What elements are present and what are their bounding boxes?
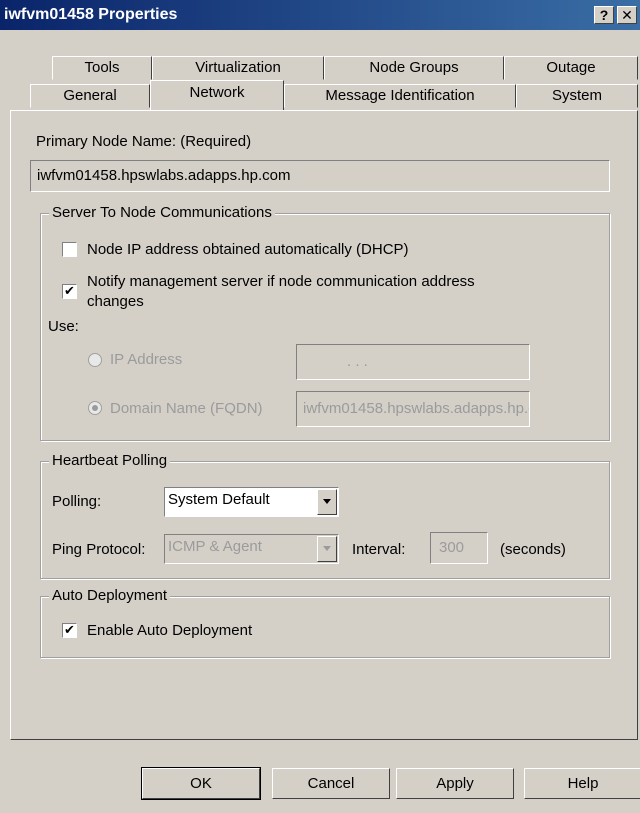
interval-input[interactable]: 300 [430,532,488,564]
enable-auto-deploy-label: Enable Auto Deployment [87,622,253,639]
title-bar[interactable]: iwfvm01458 Properties ? ✕ [0,0,640,30]
primary-node-label: Primary Node Name: (Required) [36,133,252,150]
fqdn-label: Domain Name (FQDN) [110,400,263,417]
auto-deploy-legend: Auto Deployment [49,587,171,604]
notify-checkbox[interactable]: ✔ [62,284,77,299]
notify-label-line2: changes [87,293,144,310]
tab-virtualization[interactable]: Virtualization [152,56,324,80]
ip-address-input[interactable]: . . . [296,344,530,380]
radio-selected-dot [92,405,98,411]
server-comm-legend: Server To Node Communications [49,204,275,221]
fqdn-input[interactable]: iwfvm01458.hpswlabs.adapps.hp.com [296,391,530,427]
polling-label: Polling: [52,493,102,510]
ip-address-label: IP Address [110,351,183,368]
tab-network[interactable]: Network [150,80,284,110]
dhcp-checkbox[interactable] [62,242,77,257]
ok-button[interactable]: OK [141,767,261,800]
fqdn-radio[interactable] [88,401,102,415]
ping-protocol-label: Ping Protocol: [52,541,146,558]
dhcp-label: Node IP address obtained automatically (… [87,241,409,258]
polling-select[interactable]: System Default [164,487,339,517]
tab-row-front: General Network Message Identification S… [0,80,640,110]
tab-outage[interactable]: Outage [504,56,638,80]
ping-protocol-value: ICMP & Agent [168,538,262,555]
primary-node-input[interactable]: iwfvm01458.hpswlabs.adapps.hp.com [30,160,610,192]
cancel-button[interactable]: Cancel [272,768,390,799]
tab-tools[interactable]: Tools [52,56,152,80]
tab-general[interactable]: General [30,84,150,108]
window-title: iwfvm01458 Properties [4,6,178,23]
polling-value: System Default [168,491,270,508]
apply-button[interactable]: Apply [396,768,514,799]
tab-node-groups[interactable]: Node Groups [324,56,504,80]
close-icon[interactable]: ✕ [617,6,637,24]
tab-message-identification[interactable]: Message Identification [284,84,516,108]
help-button[interactable]: Help [524,768,640,799]
ping-protocol-select[interactable]: ICMP & Agent [164,534,339,564]
tab-row-back: Tools Virtualization Node Groups Outage [0,56,640,80]
use-label: Use: [48,318,79,335]
notify-label-line1: Notify management server if node communi… [87,273,475,290]
help-icon[interactable]: ? [594,6,614,24]
seconds-label: (seconds) [500,541,566,558]
heartbeat-legend: Heartbeat Polling [49,452,171,469]
enable-auto-deploy-checkbox[interactable]: ✔ [62,623,77,638]
chevron-down-icon[interactable] [317,536,337,562]
chevron-down-icon[interactable] [317,489,337,515]
ip-address-radio[interactable] [88,353,102,367]
interval-label: Interval: [352,541,406,558]
tab-system[interactable]: System [516,84,638,108]
